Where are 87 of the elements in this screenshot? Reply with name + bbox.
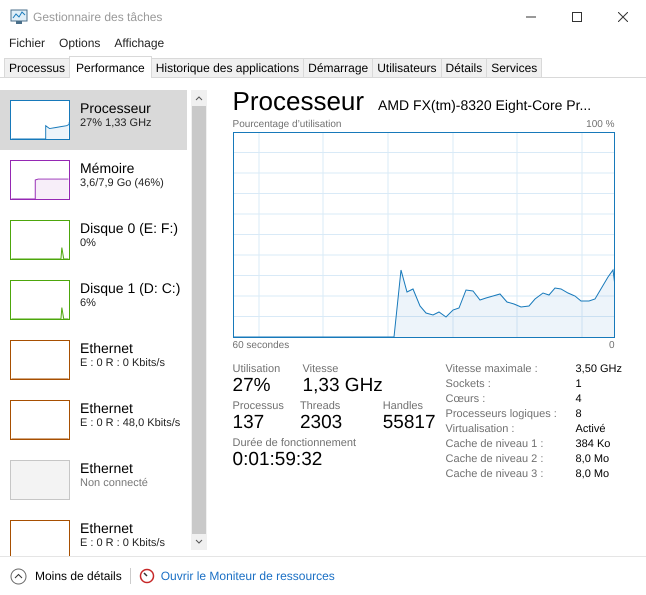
tab[interactable]: Services (486, 58, 542, 77)
tab[interactable]: Performance (69, 56, 152, 78)
device-name: Ethernet (80, 520, 134, 537)
close-icon (618, 12, 628, 22)
stat-value: 137 (232, 412, 264, 434)
panel-title: Processeur (232, 86, 364, 117)
stat-label: Handles (382, 400, 424, 412)
detail-value: 1 (576, 378, 583, 390)
detail-label: Virtualisation : (446, 423, 516, 435)
detail-value: 8 (576, 408, 583, 420)
stat-value: 1,33 GHz (302, 375, 383, 397)
resource-monitor-link[interactable]: Ouvrir le Moniteur de ressources (138, 568, 335, 584)
usage-graph-icon (10, 280, 70, 320)
chart-label: 60 secondes (232, 340, 290, 351)
usage-graph-icon (10, 220, 70, 260)
sidebar-item[interactable]: Ethernet E : 0 R : 48,0 Kbits/s (0, 390, 188, 450)
detail-label: Cache de niveau 2 : (446, 453, 544, 465)
detail-value: Activé (576, 423, 606, 435)
device-detail: 6% (80, 297, 97, 309)
stat-label: Processus (232, 400, 284, 412)
stat-label: Vitesse (302, 363, 338, 375)
scrollbar[interactable] (191, 90, 207, 550)
maximize-icon (572, 12, 582, 22)
device-name: Disque 0 (E: F:) (80, 220, 178, 237)
tab[interactable]: Détails (440, 58, 488, 77)
scroll-up-icon[interactable] (194, 95, 203, 101)
tab[interactable]: Démarrage (303, 58, 374, 77)
usage-graph-icon (10, 160, 70, 200)
gauge-icon (138, 568, 155, 584)
sidebar-item[interactable]: Processeur 27% 1,33 GHz (0, 90, 188, 150)
tab[interactable]: Processus (4, 58, 70, 77)
device-detail: 0% (80, 237, 97, 249)
scroll-down-icon[interactable] (194, 539, 203, 545)
device-name: Ethernet (80, 340, 134, 357)
usage-graph-icon (10, 460, 70, 500)
device-name: Disque 1 (D: C:) (80, 280, 180, 297)
device-name: Mémoire (80, 160, 136, 177)
usage-graph-icon (10, 520, 70, 556)
detail-label: Cœurs : (446, 393, 486, 405)
sidebar-item[interactable]: Disque 1 (D: C:) 6% (0, 270, 188, 330)
menu-item[interactable]: Fichier (4, 36, 50, 50)
chart-label: 100 % (586, 119, 615, 130)
detail-value: 8,0 Mo (576, 468, 610, 480)
detail-value: 8,0 Mo (576, 453, 610, 465)
menu-item[interactable]: Options (54, 36, 106, 50)
device-name: Processeur (80, 100, 152, 117)
menu-item[interactable]: Affichage (109, 36, 170, 50)
device-detail: E : 0 R : 48,0 Kbits/s (80, 417, 180, 429)
detail-label: Vitesse maximale : (446, 363, 539, 375)
device-detail: Non connecté (80, 477, 148, 489)
stat-label: Threads (300, 400, 340, 412)
stat-label: Durée de fonctionnement (232, 437, 356, 449)
stat-value: 55817 (382, 412, 436, 434)
usage-graph-icon (10, 400, 70, 440)
stat-label: Utilisation (232, 363, 280, 375)
detail-value: 384 Ko (576, 438, 612, 450)
sidebar-item[interactable]: Disque 0 (E: F:) 0% (0, 210, 188, 270)
usage-graph-icon (10, 100, 70, 140)
usage-graph-icon (10, 340, 70, 380)
detail-label: Processeurs logiques : (446, 408, 558, 420)
chart-label: 0 (608, 340, 615, 351)
detail-label: Cache de niveau 1 : (446, 438, 544, 450)
detail-label: Cache de niveau 3 : (446, 468, 544, 480)
device-detail: 27% 1,33 GHz (80, 117, 152, 129)
monitor-chart-icon (10, 9, 28, 25)
sidebar-item[interactable]: Mémoire 3,6/7,9 Go (46%) (0, 150, 188, 210)
tab[interactable]: Utilisateurs (372, 58, 442, 77)
stat-value: 2303 (300, 412, 342, 434)
sidebar-item[interactable]: Ethernet Non connecté (0, 450, 188, 510)
sidebar-item[interactable]: Ethernet E : 0 R : 0 Kbits/s (0, 330, 188, 390)
detail-label: Sockets : (446, 378, 492, 390)
device-name: Ethernet (80, 460, 134, 477)
detail-value: 4 (576, 393, 583, 405)
device-detail: 3,6/7,9 Go (46%) (80, 177, 164, 189)
chart-label: Pourcentage d’utilisation (232, 119, 342, 130)
fewer-details-button[interactable]: Moins de détails (10, 568, 122, 584)
collapse-icon (10, 568, 27, 584)
tab[interactable]: Historique des applications (150, 58, 304, 77)
detail-value: 3,50 GHz (576, 363, 622, 375)
device-detail: E : 0 R : 0 Kbits/s (80, 357, 165, 369)
sidebar-item[interactable]: Ethernet E : 0 R : 0 Kbits/s (0, 510, 188, 556)
stat-value: 27% (232, 375, 271, 397)
device-detail: E : 0 R : 0 Kbits/s (80, 537, 165, 549)
processor-model: AMD FX(tm)-8320 Eight-Core Pr... (378, 97, 592, 113)
stat-value: 0:01:59:32 (232, 449, 322, 471)
window-title: Gestionnaire des tâches (33, 10, 162, 24)
device-name: Ethernet (80, 400, 134, 417)
